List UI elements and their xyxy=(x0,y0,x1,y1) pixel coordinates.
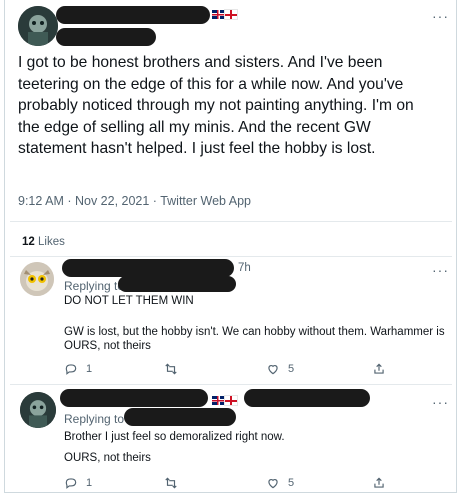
like-icon xyxy=(268,365,278,375)
reply-count: 1 xyxy=(86,477,93,489)
reply-line: GW is lost, but the hobby isn't. We can … xyxy=(64,326,445,352)
like-icon xyxy=(268,479,278,489)
replying-to-label: Replying to xyxy=(64,279,125,293)
reply-author-redacted xyxy=(60,389,208,407)
like-button[interactable]: 5 xyxy=(266,362,294,376)
england-flag-icon xyxy=(224,9,238,20)
uk-flag-icon xyxy=(212,396,224,405)
reply-line: OURS, not theirs xyxy=(64,452,151,464)
reply-author-redacted xyxy=(62,259,234,277)
replying-to-handle-redacted xyxy=(124,408,236,426)
divider xyxy=(10,256,452,257)
more-icon[interactable]: ··· xyxy=(432,262,449,278)
likes-number: 12 xyxy=(22,236,35,248)
england-flag-icon xyxy=(224,395,238,406)
author-name-redacted xyxy=(56,6,210,24)
more-icon[interactable]: ··· xyxy=(432,8,449,24)
reply-time[interactable]: 7h xyxy=(238,262,251,274)
likes-count[interactable]: 12 Likes xyxy=(22,236,65,248)
reply-count: 1 xyxy=(86,363,93,375)
retweet-button[interactable] xyxy=(164,476,178,490)
share-button[interactable] xyxy=(372,476,386,490)
author-avatar[interactable] xyxy=(18,6,58,46)
divider xyxy=(10,221,452,222)
retweet-icon xyxy=(165,477,177,489)
reply-line: Brother I just feel so demoralized right… xyxy=(64,431,285,443)
flag-icons xyxy=(212,9,238,20)
reply-icon xyxy=(65,364,77,375)
replying-to-label: Replying to xyxy=(64,412,125,426)
tweet-text: I got to be honest brothers and sisters.… xyxy=(18,54,414,157)
divider xyxy=(10,384,452,385)
share-button[interactable] xyxy=(372,362,386,376)
uk-flag-icon xyxy=(212,10,224,19)
like-count: 5 xyxy=(288,477,295,489)
likes-label: Likes xyxy=(38,236,65,248)
share-icon xyxy=(374,363,384,374)
reply-avatar[interactable] xyxy=(20,262,54,296)
like-button[interactable]: 5 xyxy=(266,476,294,490)
reply-button[interactable]: 1 xyxy=(64,476,92,490)
tweet-timestamp[interactable]: 9:12 AM · Nov 22, 2021 · Twitter Web App xyxy=(18,194,251,208)
reply-handle-redacted xyxy=(244,389,370,407)
reply-button[interactable]: 1 xyxy=(64,362,92,376)
flag-icons xyxy=(212,395,238,406)
like-count: 5 xyxy=(288,363,295,375)
replying-to-handle-redacted xyxy=(118,276,236,292)
share-icon xyxy=(374,477,384,488)
retweet-button[interactable] xyxy=(164,362,178,376)
reply-icon xyxy=(65,478,77,489)
author-handle-redacted xyxy=(56,28,156,46)
reply-avatar[interactable] xyxy=(20,392,56,428)
more-icon[interactable]: ··· xyxy=(432,394,449,410)
reply-line: DO NOT LET THEM WIN xyxy=(64,295,194,307)
retweet-icon xyxy=(165,363,177,375)
